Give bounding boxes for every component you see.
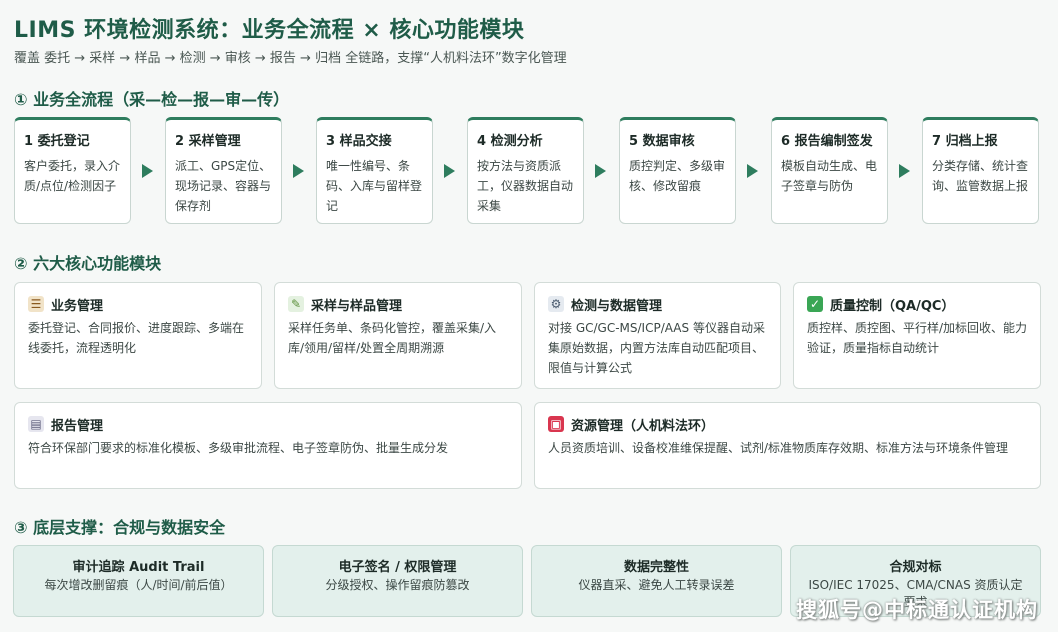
- module-card: ✓ 质量控制（QA/QC） 质控样、质控图、平行样/加标回收、能力验证，质量指标…: [793, 282, 1041, 389]
- microscope-icon: ⚙: [548, 296, 564, 312]
- module-title: 报告管理: [51, 418, 104, 434]
- module-desc: 对接 GC/GC-MS/ICP/AAS 等仪器自动采集原始数据，内置方法库自动匹…: [548, 321, 765, 375]
- flow-step: 3 样品交接 唯一性编号、条码、入库与留样登记: [316, 117, 433, 224]
- section-title-support: ③ 底层支撑：合规与数据安全: [14, 518, 226, 537]
- flow-step: 5 数据审核 质控判定、多级审核、修改留痕: [619, 117, 736, 224]
- flow-step-desc: 分类存储、统计查询、监管数据上报: [932, 159, 1029, 193]
- module-card: ☰ 业务管理 委托登记、合同报价、进度跟踪、多端在线委托，流程透明化: [14, 282, 262, 389]
- module-card: ▤ 报告管理 符合环保部门要求的标准化模板、多级审批流程、电子签章防伪、批量生成…: [14, 402, 522, 489]
- module-card: ⚙ 检测与数据管理 对接 GC/GC-MS/ICP/AAS 等仪器自动采集原始数…: [534, 282, 781, 389]
- flow-arrow-icon: [747, 164, 758, 178]
- module-desc: 采样任务单、条码化管控，覆盖采集/入库/领用/留样/处置全周期溯源: [288, 321, 497, 355]
- module-desc: 符合环保部门要求的标准化模板、多级审批流程、电子签章防伪、批量生成分发: [28, 441, 449, 455]
- flow-arrow-icon: [293, 164, 304, 178]
- support-desc: 仪器直采、避免人工转录误差: [578, 578, 735, 592]
- flow-step-title: 3 样品交接: [326, 134, 392, 149]
- section-title-flow: ① 业务全流程（采—检—报—审—传）: [14, 90, 290, 109]
- flow-arrow-icon: [142, 164, 153, 178]
- page-subtitle: 覆盖 委托 → 采样 → 样品 → 检测 → 审核 → 报告 → 归档 全链路，…: [14, 51, 567, 66]
- flow-step-desc: 按方法与资质派工，仪器数据自动采集: [477, 159, 574, 213]
- flow-step-title: 2 采样管理: [175, 134, 241, 149]
- module-card: ✎ 采样与样品管理 采样任务单、条码化管控，覆盖采集/入库/领用/留样/处置全周…: [274, 282, 522, 389]
- module-title: 采样与样品管理: [311, 298, 403, 314]
- support-title: 审计追踪 Audit Trail: [72, 560, 205, 575]
- module-desc: 人员资质培训、设备校准维保提醒、试剂/标准物质库存效期、标准方法与环境条件管理: [548, 441, 1009, 455]
- support-card: 数据完整性 仪器直采、避免人工转录误差: [531, 545, 782, 617]
- watermark: 搜狐号@中标通认证机构: [796, 598, 1038, 622]
- flow-arrow-icon: [899, 164, 910, 178]
- flow-step: 7 归档上报 分类存储、统计查询、监管数据上报: [922, 117, 1039, 224]
- clipboard-icon: ☰: [28, 296, 44, 312]
- flow-step-title: 5 数据审核: [629, 134, 695, 149]
- flow-step: 2 采样管理 派工、GPS定位、现场记录、容器与保存剂: [165, 117, 282, 224]
- module-desc: 委托登记、合同报价、进度跟踪、多端在线委托，流程透明化: [28, 321, 245, 355]
- module-title: 业务管理: [51, 298, 104, 314]
- flow-step-desc: 质控判定、多级审核、修改留痕: [629, 159, 726, 193]
- support-card: 审计追踪 Audit Trail 每次增改删留痕（人/时间/前后值）: [13, 545, 264, 617]
- support-title: 电子签名 / 权限管理: [338, 560, 457, 575]
- support-card: 电子签名 / 权限管理 分级授权、操作留痕防篡改: [272, 545, 523, 617]
- flow-arrow-icon: [595, 164, 606, 178]
- section-title-modules: ② 六大核心功能模块: [14, 254, 162, 273]
- support-desc: 每次增改删留痕（人/时间/前后值）: [44, 578, 233, 592]
- support-title: 数据完整性: [623, 560, 689, 575]
- flow-step: 6 报告编制签发 模板自动生成、电子签章与防伪: [771, 117, 888, 224]
- check-mark-icon: ✓: [807, 296, 823, 312]
- flow-step-desc: 唯一性编号、条码、入库与留样登记: [326, 159, 423, 213]
- flow-step-title: 1 委托登记: [24, 134, 90, 149]
- flow-step-title: 4 检测分析: [477, 134, 543, 149]
- module-title: 检测与数据管理: [571, 298, 663, 314]
- flow-step-desc: 派工、GPS定位、现场记录、容器与保存剂: [175, 159, 272, 213]
- flow-step-title: 7 归档上报: [932, 134, 998, 149]
- page-title: LIMS 环境检测系统：业务全流程 × 核心功能模块: [14, 18, 525, 43]
- process-flow: 1 委托登记 客户委托，录入介质/点位/检测因子 2 采样管理 派工、GPS定位…: [14, 117, 1044, 225]
- test-tube-icon: ✎: [288, 296, 304, 312]
- module-desc: 质控样、质控图、平行样/加标回收、能力验证，质量指标自动统计: [807, 321, 1028, 355]
- flow-step-desc: 客户委托，录入介质/点位/检测因子: [24, 159, 121, 193]
- document-icon: ▤: [28, 416, 44, 432]
- flow-step: 1 委托登记 客户委托，录入介质/点位/检测因子: [14, 117, 131, 224]
- flow-step: 4 检测分析 按方法与资质派工，仪器数据自动采集: [467, 117, 584, 224]
- module-card: ▣ 资源管理（人机料法环） 人员资质培训、设备校准维保提醒、试剂/标准物质库存效…: [534, 402, 1041, 489]
- module-title: 资源管理（人机料法环）: [571, 418, 715, 434]
- module-title: 质量控制（QA/QC）: [830, 298, 955, 314]
- flow-step-title: 6 报告编制签发: [781, 134, 873, 149]
- flow-arrow-icon: [444, 164, 455, 178]
- toolbox-icon: ▣: [548, 416, 564, 432]
- support-title: 合规对标: [889, 560, 942, 575]
- flow-step-desc: 模板自动生成、电子签章与防伪: [781, 159, 878, 193]
- support-desc: 分级授权、操作留痕防篡改: [325, 578, 470, 592]
